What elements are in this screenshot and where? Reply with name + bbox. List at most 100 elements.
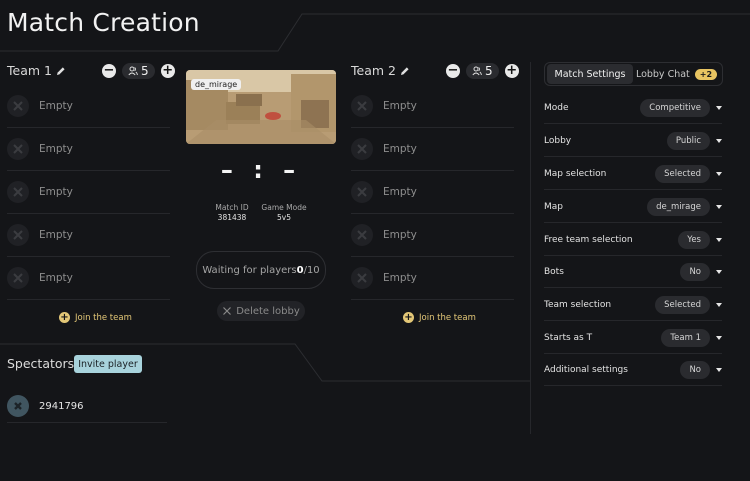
team2-join-button[interactable]: + Join the team	[403, 312, 476, 323]
team2-slot[interactable]: Empty	[351, 171, 514, 214]
team2-slot[interactable]: Empty	[351, 85, 514, 128]
team2-header: Team 2	[351, 63, 410, 78]
setting-value: No	[680, 360, 710, 379]
team2-size-control: − 5 +	[446, 63, 519, 79]
team1-size-control: − 5 +	[102, 63, 175, 79]
team2-slot[interactable]: Empty	[351, 257, 514, 300]
empty-slot-icon	[351, 267, 373, 289]
setting-row-map: Map de_mirage	[544, 191, 722, 223]
setting-dropdown[interactable]: de_mirage	[647, 197, 722, 216]
avatar-icon	[7, 395, 29, 417]
empty-slot-icon	[351, 224, 373, 246]
setting-label: Map	[544, 201, 563, 212]
setting-label: Free team selection	[544, 234, 633, 245]
setting-row-additional-settings: Additional settings No	[544, 354, 722, 386]
join-plus-icon: +	[403, 312, 414, 323]
users-icon	[472, 66, 482, 76]
empty-slot-icon	[351, 95, 373, 117]
slot-label: Empty	[39, 272, 73, 284]
empty-slot-icon	[7, 181, 29, 203]
setting-value: Yes	[678, 230, 710, 249]
chevron-down-icon	[716, 171, 722, 176]
setting-row-mode: Mode Competitive	[544, 92, 722, 124]
setting-value: Selected	[655, 164, 710, 183]
setting-dropdown[interactable]: Selected	[655, 295, 722, 314]
setting-label: Team selection	[544, 299, 612, 310]
game-mode-value: 5v5	[277, 213, 291, 222]
team1-name: Team 1	[7, 63, 52, 78]
tab-lobby-chat[interactable]: Lobby Chat +2	[633, 64, 720, 84]
team2-slot[interactable]: Empty	[351, 214, 514, 257]
delete-lobby-label: Delete lobby	[236, 305, 300, 317]
tab-match-settings[interactable]: Match Settings	[547, 64, 633, 84]
delete-lobby-button[interactable]: Delete lobby	[217, 301, 305, 321]
minus-icon[interactable]: −	[102, 64, 116, 78]
setting-dropdown[interactable]: Selected	[655, 164, 722, 183]
pencil-icon[interactable]	[56, 66, 66, 76]
slot-label: Empty	[383, 143, 417, 155]
plus-icon[interactable]: +	[504, 64, 519, 78]
waiting-status: Waiting for players 0/10	[196, 251, 326, 289]
spectator-row[interactable]: 2941796	[7, 390, 167, 423]
waiting-current: 0	[296, 264, 304, 276]
map-name-badge: de_mirage	[191, 79, 242, 90]
slot-label: Empty	[39, 186, 73, 198]
waiting-prefix: Waiting for players	[202, 264, 297, 276]
setting-row-map-selection: Map selection Selected	[544, 158, 722, 190]
team1-slot[interactable]: Empty	[7, 214, 170, 257]
setting-dropdown[interactable]: Public	[666, 131, 722, 150]
setting-dropdown[interactable]: No	[680, 360, 722, 379]
team1-slot[interactable]: Empty	[7, 257, 170, 300]
slot-label: Empty	[383, 229, 417, 241]
slot-label: Empty	[39, 143, 73, 155]
setting-row-starts-as-t: Starts as T Team 1	[544, 322, 722, 354]
spectator-name: 2941796	[39, 400, 84, 412]
setting-dropdown[interactable]: Yes	[678, 230, 722, 249]
pencil-icon[interactable]	[400, 66, 410, 76]
tab-label: Lobby Chat	[635, 68, 690, 80]
slot-label: Empty	[383, 272, 417, 284]
tab-label: Match Settings	[554, 68, 626, 80]
chevron-down-icon	[716, 237, 722, 242]
setting-value: Public	[666, 131, 710, 150]
team2-slot[interactable]: Empty	[351, 128, 514, 171]
empty-slot-icon	[7, 138, 29, 160]
team1-slot[interactable]: Empty	[7, 171, 170, 214]
setting-label: Mode	[544, 102, 569, 113]
team2-name: Team 2	[351, 63, 396, 78]
spectators-title: Spectators	[7, 356, 75, 371]
setting-label: Lobby	[544, 135, 572, 146]
setting-dropdown[interactable]: No	[680, 262, 722, 281]
team1-player-count: 5	[122, 63, 155, 79]
close-icon	[223, 307, 232, 315]
setting-row-team-selection: Team selection Selected	[544, 289, 722, 321]
setting-dropdown[interactable]: Competitive	[640, 98, 722, 117]
divider	[530, 62, 531, 434]
sidebar-tabs: Match Settings Lobby Chat +2	[544, 62, 723, 86]
plus-icon[interactable]: +	[160, 64, 175, 78]
waiting-total: /10	[303, 264, 320, 276]
team1-join-button[interactable]: + Join the team	[59, 312, 132, 323]
team1-slot[interactable]: Empty	[7, 85, 170, 128]
team2-join-label: Join the team	[419, 312, 476, 323]
setting-dropdown[interactable]: Team 1	[661, 328, 722, 347]
setting-value: de_mirage	[647, 197, 710, 216]
unread-badge: +2	[694, 68, 718, 80]
setting-label: Map selection	[544, 168, 607, 179]
chevron-down-icon	[716, 204, 722, 209]
slot-label: Empty	[383, 100, 417, 112]
team2-slots: Empty Empty Empty Empty Empty	[351, 85, 514, 300]
chevron-down-icon	[716, 269, 722, 274]
match-id-value: 381438	[217, 213, 247, 222]
slot-label: Empty	[39, 100, 73, 112]
invite-player-button[interactable]: Invite player	[74, 355, 142, 373]
match-score: – : –	[220, 156, 302, 184]
join-plus-icon: +	[59, 312, 70, 323]
setting-value: No	[680, 262, 710, 281]
users-icon	[128, 66, 138, 76]
team1-join-label: Join the team	[75, 312, 132, 323]
team1-slot[interactable]: Empty	[7, 128, 170, 171]
minus-icon[interactable]: −	[446, 64, 460, 78]
empty-slot-icon	[7, 224, 29, 246]
setting-value: Team 1	[661, 328, 710, 347]
